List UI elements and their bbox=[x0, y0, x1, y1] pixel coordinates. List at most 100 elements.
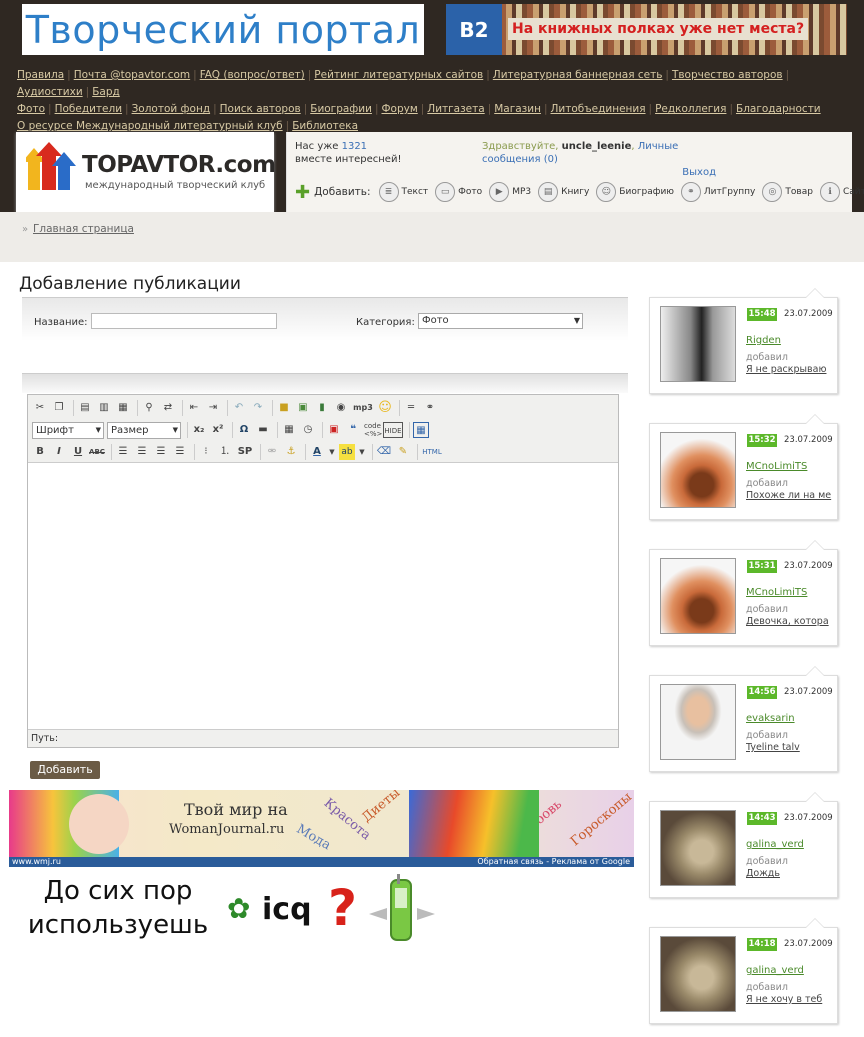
nav-link[interactable]: Правила bbox=[17, 69, 64, 81]
activity-work-link[interactable]: Девочка, котора bbox=[746, 616, 834, 627]
title-input[interactable] bbox=[91, 313, 277, 329]
paste-icon[interactable]: ▤ bbox=[77, 400, 93, 416]
indent-icon[interactable]: ⇥ bbox=[205, 400, 221, 416]
nav-link[interactable]: Бард bbox=[92, 86, 120, 98]
nav-link[interactable]: Победители bbox=[55, 103, 122, 115]
site-logo[interactable]: TOPAVTOR.com международный творческий кл… bbox=[16, 132, 276, 212]
nav-link[interactable]: FAQ (вопрос/ответ) bbox=[200, 69, 305, 81]
add-product-button[interactable]: ◎ Товар bbox=[762, 182, 813, 202]
film-icon[interactable]: ▮ bbox=[314, 400, 330, 416]
avatar[interactable] bbox=[660, 684, 736, 760]
add-biography-button[interactable]: ☺ Биографию bbox=[596, 182, 674, 202]
font-select[interactable]: Шрифт ▼ bbox=[32, 421, 104, 439]
avatar[interactable] bbox=[660, 306, 736, 382]
paste-word-icon[interactable]: ▦ bbox=[115, 400, 131, 416]
member-count-link[interactable]: 1321 bbox=[342, 141, 367, 152]
activity-user-link[interactable]: Rigden bbox=[746, 335, 781, 346]
hide-icon[interactable]: HIDE bbox=[383, 422, 403, 438]
find-icon[interactable]: ⚲ bbox=[141, 400, 157, 416]
chevron-down-icon[interactable]: ▼ bbox=[328, 444, 336, 460]
date-icon[interactable]: ▦ bbox=[281, 422, 297, 438]
strikethrough-icon[interactable]: ABC bbox=[89, 444, 105, 460]
add-book-button[interactable]: ▤ Книгу bbox=[538, 182, 589, 202]
redo-icon[interactable]: ↷ bbox=[250, 400, 266, 416]
nav-link[interactable]: Благодарности bbox=[736, 103, 821, 115]
table-icon[interactable]: ▦ bbox=[413, 422, 429, 438]
underline-icon[interactable]: U bbox=[70, 444, 86, 460]
nav-link[interactable]: Почта @topavtor.com bbox=[74, 69, 190, 81]
nav-link[interactable]: Рейтинг литературных сайтов bbox=[314, 69, 483, 81]
avatar[interactable] bbox=[660, 936, 736, 1012]
submit-button[interactable]: Добавить bbox=[30, 761, 100, 779]
activity-user-link[interactable]: evaksarin bbox=[746, 713, 795, 724]
media-icon[interactable]: ◉ bbox=[333, 400, 349, 416]
avatar[interactable] bbox=[660, 432, 736, 508]
activity-user-link[interactable]: galina_verd bbox=[746, 839, 804, 850]
nav-link[interactable]: Библиотека bbox=[292, 120, 358, 132]
copy-icon[interactable]: ❐ bbox=[51, 400, 67, 416]
outdent-icon[interactable]: ⇤ bbox=[186, 400, 202, 416]
time-icon[interactable]: ◷ bbox=[300, 422, 316, 438]
activity-user-link[interactable]: galina_verd bbox=[746, 965, 804, 976]
breadcrumb-home-link[interactable]: Главная страница bbox=[33, 223, 134, 235]
add-text-button[interactable]: ≣ Текст bbox=[378, 182, 428, 202]
omega-icon[interactable]: Ω bbox=[236, 422, 252, 438]
text-color-icon[interactable]: A bbox=[309, 444, 325, 460]
chevron-down-icon[interactable]: ▼ bbox=[358, 444, 366, 460]
ad-footer-feedback[interactable]: Обратная связь - Реклама от Google bbox=[477, 857, 630, 867]
paste-text-icon[interactable]: ▥ bbox=[96, 400, 112, 416]
eraser-icon[interactable]: ⌫ bbox=[376, 444, 392, 460]
italic-icon[interactable]: I bbox=[51, 444, 67, 460]
bullet-list-icon[interactable]: ⁝ bbox=[198, 444, 214, 460]
nbsp-icon[interactable]: ▬ bbox=[255, 422, 271, 438]
align-center-icon[interactable]: ☰ bbox=[134, 444, 150, 460]
subscript-icon[interactable]: x₂ bbox=[191, 422, 207, 438]
smiley-icon[interactable]: ☺ bbox=[377, 400, 393, 416]
cut-icon[interactable]: ✂ bbox=[32, 400, 48, 416]
add-mp3-button[interactable]: ▶ MP3 bbox=[489, 182, 531, 202]
logout-link[interactable]: Выход bbox=[482, 166, 716, 179]
nav-link[interactable]: Форум bbox=[381, 103, 417, 115]
activity-work-link[interactable]: Дождь bbox=[746, 868, 834, 879]
spoiler-icon[interactable]: SP bbox=[236, 444, 254, 460]
link-icon[interactable]: ⚭ bbox=[422, 400, 438, 416]
horizontal-rule-icon[interactable]: ═ bbox=[403, 400, 419, 416]
nav-link[interactable]: Аудиостихи bbox=[17, 86, 83, 98]
portal-banner[interactable]: Творческий портал bbox=[22, 4, 424, 55]
icq-ad[interactable]: До сих пор используешь ✿ icq ? bbox=[12, 872, 442, 948]
books-ad-banner[interactable]: B2 На книжных полках уже нет места? bbox=[446, 4, 847, 55]
activity-user-link[interactable]: MCnoLimiTS bbox=[746, 587, 807, 598]
category-select[interactable]: Фото ▼ bbox=[418, 313, 583, 329]
quote-icon[interactable]: ❝ bbox=[345, 422, 361, 438]
activity-work-link[interactable]: Я не хочу в теб bbox=[746, 994, 834, 1005]
size-select[interactable]: Размер ▼ bbox=[107, 421, 181, 439]
undo-icon[interactable]: ↶ bbox=[231, 400, 247, 416]
html-source-icon[interactable]: HTML bbox=[421, 444, 443, 460]
nav-link[interactable]: О ресурсе Международный литературный клу… bbox=[17, 120, 283, 132]
add-photo-button[interactable]: ▭ Фото bbox=[435, 182, 482, 202]
folder-icon[interactable]: ■ bbox=[276, 400, 292, 416]
mp3-icon[interactable]: mp3 bbox=[352, 400, 374, 416]
align-justify-icon[interactable]: ☰ bbox=[172, 444, 188, 460]
superscript-icon[interactable]: x² bbox=[210, 422, 226, 438]
nav-link[interactable]: Творчество авторов bbox=[672, 69, 783, 81]
nav-link[interactable]: Литературная баннерная сеть bbox=[493, 69, 663, 81]
highlight-color-icon[interactable]: ab bbox=[339, 444, 355, 460]
replace-icon[interactable]: ⇄ bbox=[160, 400, 176, 416]
nav-link[interactable]: Биографии bbox=[310, 103, 372, 115]
avatar[interactable] bbox=[660, 810, 736, 886]
editor-content-area[interactable] bbox=[28, 464, 618, 729]
image-icon[interactable]: ▣ bbox=[295, 400, 311, 416]
add-lit-group-button[interactable]: ⚭ ЛитГруппу bbox=[680, 182, 755, 202]
unlink-icon[interactable]: ⚮ bbox=[264, 444, 280, 460]
womanjournal-ad[interactable]: Твой мир на WomanJournal.ru Мода Красота… bbox=[9, 790, 634, 867]
pdf-icon[interactable]: ▣ bbox=[326, 422, 342, 438]
align-right-icon[interactable]: ☰ bbox=[153, 444, 169, 460]
activity-work-link[interactable]: Tyeline talv bbox=[746, 742, 834, 753]
nav-link[interactable]: Литгазета bbox=[427, 103, 484, 115]
username-link[interactable]: uncle_leenie bbox=[562, 141, 632, 152]
nav-link[interactable]: Фото bbox=[17, 103, 45, 115]
add-site-button[interactable]: ℹ Сайт bbox=[819, 182, 864, 202]
activity-user-link[interactable]: MCnoLimiTS bbox=[746, 461, 807, 472]
align-left-icon[interactable]: ☰ bbox=[115, 444, 131, 460]
